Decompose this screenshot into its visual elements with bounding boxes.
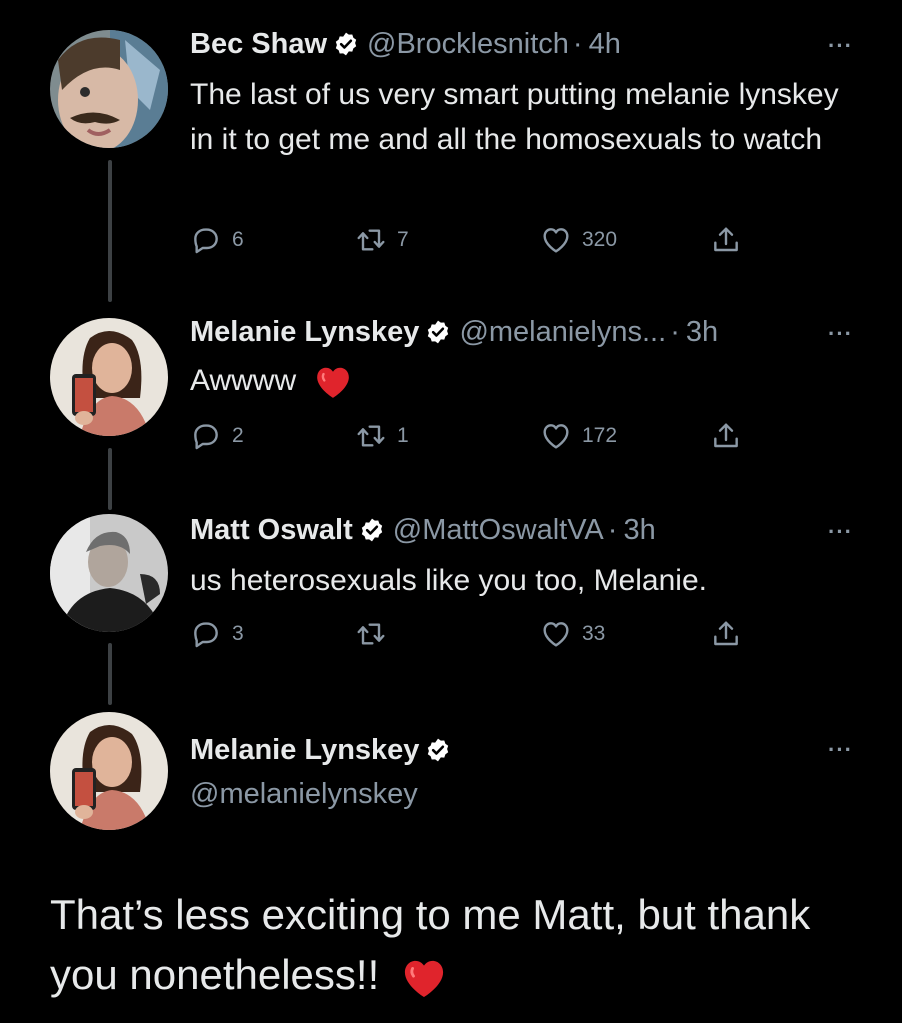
reply-count: 3: [232, 622, 244, 645]
tweet-header: Matt Oswalt @MattOswaltVA · 3h: [190, 512, 656, 548]
like-button[interactable]: 33: [540, 618, 605, 650]
like-count: 320: [582, 228, 618, 251]
retweet-icon: [357, 623, 385, 645]
avatar[interactable]: [50, 30, 168, 148]
reply-button[interactable]: 3: [190, 618, 244, 650]
retweet-button[interactable]: 7: [355, 224, 409, 256]
red-heart-emoji: [404, 960, 443, 997]
share-icon: [714, 423, 738, 448]
more-icon[interactable]: ···: [828, 739, 853, 761]
main-tweet-text: That’s less exciting to me Matt, but tha…: [50, 885, 870, 1005]
tweet-text: The last of us very smart putting melani…: [190, 78, 839, 156]
like-button[interactable]: 320: [540, 224, 617, 256]
share-icon: [714, 227, 738, 252]
tweet-header: Melanie Lynskey: [190, 732, 459, 768]
author-handle[interactable]: @melanielynskey: [190, 778, 418, 811]
reply-button[interactable]: 6: [190, 224, 244, 256]
thread-connector: [108, 160, 112, 302]
share-button[interactable]: [710, 618, 742, 650]
avatar[interactable]: [50, 712, 168, 830]
more-icon[interactable]: ···: [828, 521, 853, 543]
separator: ·: [607, 514, 618, 546]
separator: ·: [670, 316, 680, 348]
like-icon: [543, 424, 569, 449]
retweet-count: 1: [397, 424, 409, 447]
tweet-text: us heterosexuals like you too, Melanie.: [190, 564, 707, 597]
tweet-header: Melanie Lynskey @melanielyns... · 3h: [190, 314, 718, 350]
tweet-text-content: Awwww: [190, 364, 297, 397]
like-button[interactable]: 172: [540, 420, 617, 452]
reply-icon: [194, 228, 218, 254]
author-handle[interactable]: @melanielyns...: [459, 314, 666, 350]
share-icon: [714, 621, 738, 646]
share-button[interactable]: [710, 420, 742, 452]
thread-connector: [108, 448, 112, 510]
retweet-icon: [357, 425, 385, 447]
author-handle[interactable]: @Brocklesnitch: [367, 26, 569, 62]
like-count: 172: [582, 424, 618, 447]
reply-button[interactable]: 2: [190, 420, 244, 452]
separator: ·: [572, 28, 583, 60]
reply-count: 2: [232, 424, 244, 447]
verified-badge-icon: [428, 320, 449, 344]
like-count: 33: [582, 622, 606, 645]
reply-count: 6: [232, 228, 244, 251]
verified-badge-icon: [361, 518, 382, 542]
retweet-button[interactable]: [355, 618, 397, 650]
thread-connector: [108, 643, 112, 705]
tweet-actions: 6 7 320: [190, 224, 750, 258]
more-icon[interactable]: ···: [828, 35, 853, 57]
tweet-text: Awwww: [190, 358, 840, 403]
avatar[interactable]: [50, 514, 168, 632]
verified-badge-icon: [428, 738, 449, 762]
timestamp[interactable]: 4h: [589, 26, 621, 62]
retweet-button[interactable]: 1: [355, 420, 409, 452]
retweet-count: 7: [397, 228, 409, 251]
author-handle[interactable]: @MattOswaltVA: [393, 512, 604, 548]
tweet-header: Bec Shaw @Brocklesnitch · 4h: [190, 26, 621, 62]
timestamp[interactable]: 3h: [686, 314, 718, 350]
timestamp[interactable]: 3h: [623, 512, 655, 548]
author-name[interactable]: Melanie Lynskey: [190, 732, 419, 768]
reply-icon: [194, 424, 218, 450]
tweet-actions: 2 1 172: [190, 420, 750, 454]
share-button[interactable]: [710, 224, 742, 256]
verified-badge-icon: [335, 32, 357, 56]
reply-icon: [194, 622, 218, 648]
red-heart-emoji: [317, 367, 350, 398]
author-name[interactable]: Matt Oswalt: [190, 512, 353, 548]
author-name[interactable]: Melanie Lynskey: [190, 314, 419, 350]
more-icon[interactable]: ···: [828, 323, 853, 345]
tweet-actions: 3 33: [190, 618, 750, 652]
avatar[interactable]: [50, 318, 168, 436]
author-name[interactable]: Bec Shaw: [190, 26, 327, 62]
like-icon: [543, 228, 569, 253]
retweet-icon: [357, 229, 385, 251]
like-icon: [543, 622, 569, 647]
